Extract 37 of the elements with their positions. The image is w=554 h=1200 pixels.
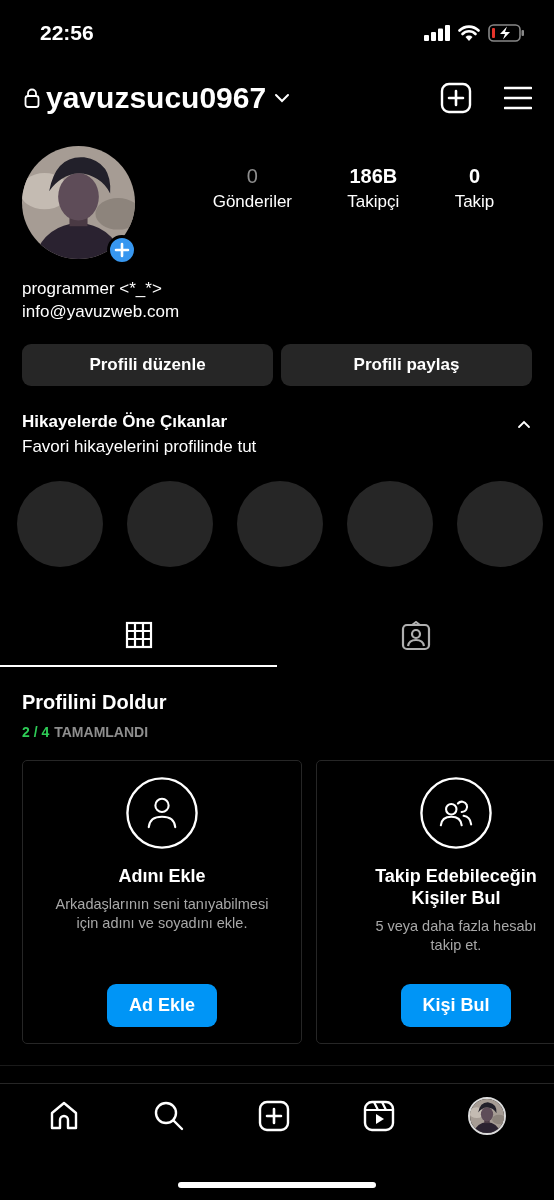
stat-label[interactable]: Takip [454,192,495,212]
person-icon [126,777,198,849]
status-time: 22:56 [40,21,94,45]
reels-icon[interactable] [362,1100,395,1132]
search-icon[interactable] [153,1100,186,1132]
add-icon[interactable] [440,82,472,114]
stat-count: 186B [349,165,398,188]
bio-line: programmer <*_*> [22,279,163,299]
stat-count: 0 [468,165,481,188]
card-title: Adını Ekle [117,865,207,887]
wifi-icon [458,25,480,41]
highlights-title: Hikayelerde Öne Çıkanlar [22,412,229,432]
username[interactable]: yavuzsucu0967 [46,81,267,115]
add-story-icon[interactable] [107,235,137,265]
progress-label: TAMAMLANDI [54,724,149,740]
bio-line: info@yavuzweb.com [22,302,181,322]
people-icon [420,777,492,849]
chevron-down-icon[interactable] [274,93,291,103]
signal-icon [424,25,450,41]
card-title: Takip Edebileceğin Kişiler Bul [374,865,538,909]
menu-icon[interactable] [504,86,532,110]
card-text: 5 veya daha fazla hesabı takip et. [375,917,537,955]
profile-avatar[interactable] [467,1097,506,1135]
stat-label[interactable]: Gönderiler [212,192,293,212]
profile-button[interactable]: Profili düzenle [22,344,273,386]
stat-label[interactable]: Takipçi [347,192,400,212]
tagged-person-icon [400,620,431,651]
battery-icon [488,24,524,42]
section-title: Profilini Doldur [22,691,168,714]
progress-count: 2 / 4 [22,724,50,740]
stat-count: 0 [246,165,258,188]
lock-icon [24,88,40,108]
card-text: Arkadaşlarının seni tanıyabilmesi için adını ve soyadını ekle. [55,895,269,933]
highlights-subtitle: Favori hikayelerini profilinde tut [22,437,257,457]
grid-icon [124,621,153,649]
profile-button[interactable]: Profili paylaş [281,344,532,386]
add-icon[interactable] [258,1100,290,1132]
